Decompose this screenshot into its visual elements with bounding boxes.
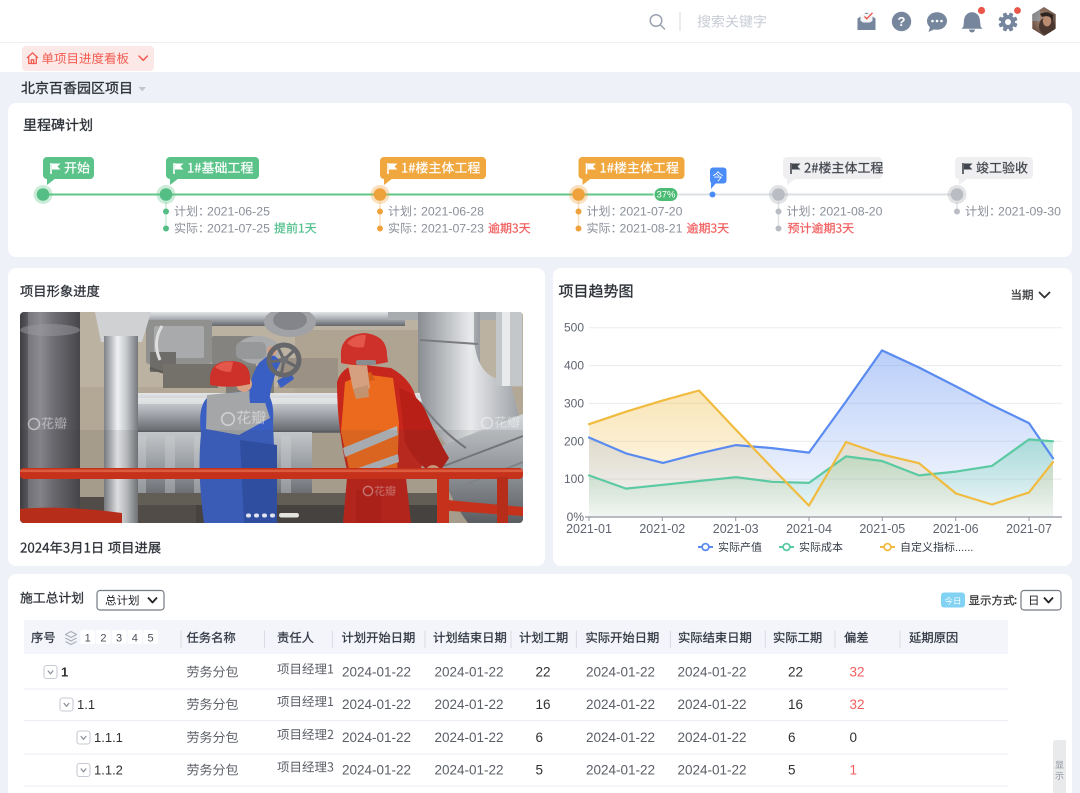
svg-text:2021-07-23: 2021-07-23	[421, 222, 484, 236]
svg-text:1: 1	[850, 763, 858, 778]
svg-text:2024-01-22: 2024-01-22	[435, 730, 504, 745]
svg-text:2021-08-20: 2021-08-20	[820, 205, 883, 219]
svg-text:37%: 37%	[656, 190, 676, 201]
svg-text:1: 1	[85, 633, 91, 645]
svg-text:2: 2	[100, 633, 106, 645]
svg-text:5: 5	[147, 633, 153, 645]
svg-text:3: 3	[116, 633, 122, 645]
svg-text:2021-05: 2021-05	[859, 522, 905, 536]
svg-text:22: 22	[536, 665, 551, 680]
svg-text:6: 6	[788, 730, 796, 745]
svg-text:1.1: 1.1	[77, 697, 95, 712]
svg-text:200: 200	[564, 434, 584, 448]
svg-text:2021-06: 2021-06	[933, 522, 979, 536]
svg-text:2024-01-22: 2024-01-22	[586, 763, 655, 778]
svg-text:2021-04: 2021-04	[786, 522, 832, 536]
svg-text:2024-01-22: 2024-01-22	[678, 665, 747, 680]
svg-text:1.1.2: 1.1.2	[94, 763, 123, 778]
svg-text:2021-01: 2021-01	[566, 522, 612, 536]
svg-text:?: ?	[898, 14, 906, 29]
svg-text:2024-01-22: 2024-01-22	[678, 763, 747, 778]
svg-text:2021-09-30: 2021-09-30	[998, 205, 1061, 219]
svg-text:2024-01-22: 2024-01-22	[678, 730, 747, 745]
svg-text:500: 500	[564, 321, 584, 335]
svg-text:22: 22	[788, 665, 803, 680]
svg-text:2021-08-21: 2021-08-21	[620, 222, 683, 236]
svg-text:32: 32	[850, 665, 865, 680]
svg-text:6: 6	[536, 730, 544, 745]
svg-text:2024-01-22: 2024-01-22	[342, 697, 411, 712]
svg-text:300: 300	[564, 396, 584, 410]
svg-text:1.1.1: 1.1.1	[94, 730, 123, 745]
svg-text:5: 5	[788, 763, 796, 778]
svg-text:2021-07: 2021-07	[1006, 522, 1052, 536]
svg-text:2024-01-22: 2024-01-22	[342, 730, 411, 745]
svg-text:2021-07-20: 2021-07-20	[620, 205, 683, 219]
svg-text:2024-01-22: 2024-01-22	[678, 697, 747, 712]
svg-text:5: 5	[536, 763, 544, 778]
svg-text:2024-01-22: 2024-01-22	[586, 665, 655, 680]
svg-text:......: ......	[955, 542, 973, 554]
svg-text:100: 100	[564, 472, 584, 486]
svg-text:2024-01-22: 2024-01-22	[435, 665, 504, 680]
svg-text:400: 400	[564, 359, 584, 373]
svg-text:2021-03: 2021-03	[713, 522, 759, 536]
svg-text:1: 1	[61, 665, 68, 680]
svg-text:2021-06-28: 2021-06-28	[421, 205, 484, 219]
svg-text:2024-01-22: 2024-01-22	[342, 763, 411, 778]
svg-text:0: 0	[850, 730, 858, 745]
svg-text:2021-02: 2021-02	[639, 522, 685, 536]
svg-text:2024-01-22: 2024-01-22	[435, 697, 504, 712]
svg-text:2024-01-22: 2024-01-22	[586, 697, 655, 712]
svg-text:16: 16	[536, 697, 551, 712]
svg-text:2024-01-22: 2024-01-22	[435, 763, 504, 778]
svg-text:2024-01-22: 2024-01-22	[342, 665, 411, 680]
svg-text:4: 4	[132, 633, 138, 645]
svg-text:2021-07-25: 2021-07-25	[207, 222, 270, 236]
svg-text:32: 32	[850, 697, 865, 712]
svg-text:16: 16	[788, 697, 803, 712]
svg-text::: :	[1014, 593, 1018, 607]
svg-text:2024-01-22: 2024-01-22	[586, 730, 655, 745]
svg-text:2021-06-25: 2021-06-25	[207, 205, 270, 219]
